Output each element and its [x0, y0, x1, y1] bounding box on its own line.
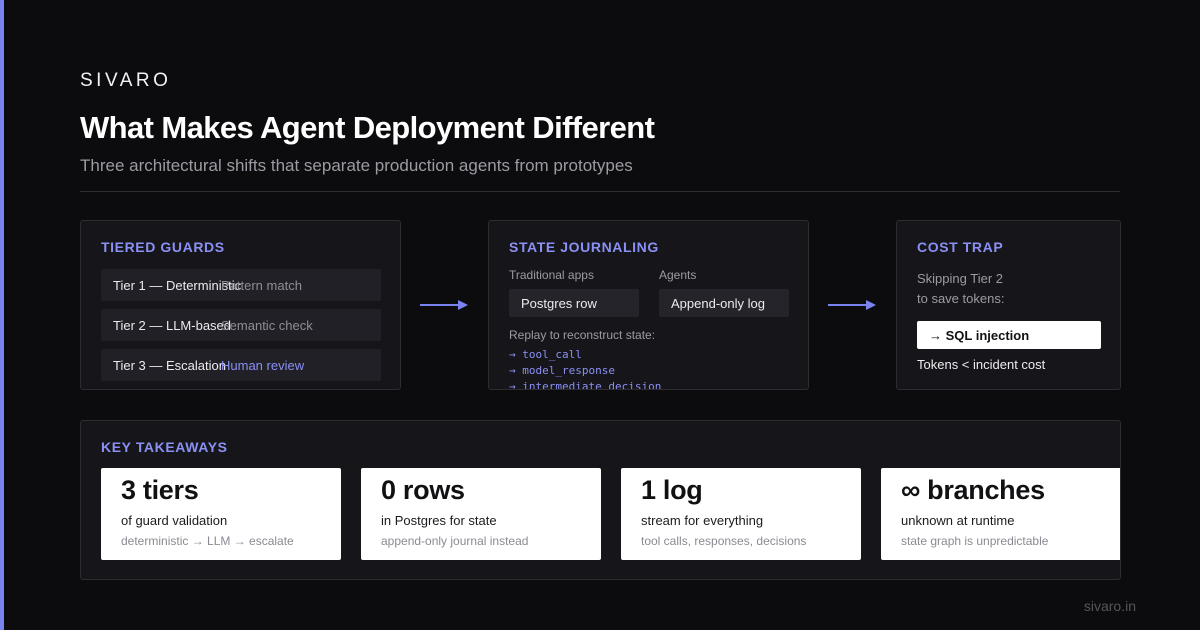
- cost-note: Tokens < incident cost: [917, 357, 1046, 372]
- state-journaling-title: STATE JOURNALING: [509, 239, 659, 255]
- log-entry: → model_response: [509, 364, 615, 377]
- tier-row-1: Tier 1 — Deterministic Pattern match: [101, 269, 381, 301]
- log-entry: → intermediate_decision: [509, 380, 662, 390]
- stat-sub: append-only journal instead: [381, 534, 529, 548]
- stat-sub: state graph is unpredictable: [901, 534, 1049, 548]
- stat-label: of guard validation: [121, 513, 228, 528]
- footer-url[interactable]: sivaro.in: [1084, 598, 1136, 614]
- state-journaling-card: STATE JOURNALING Traditional apps Agents…: [488, 220, 809, 390]
- stat-card: 0 rows in Postgres for state append-only…: [361, 468, 601, 560]
- cost-trap-card: COST TRAP Skipping Tier 2 to save tokens…: [896, 220, 1121, 390]
- tier-row-3: Tier 3 — Escalation Human review: [101, 349, 381, 381]
- cost-line-2: to save tokens:: [917, 291, 1005, 306]
- cost-highlight: → SQL injection: [929, 328, 1030, 343]
- stat-card: 1 log stream for everything tool calls, …: [621, 468, 861, 560]
- tier-desc: Pattern match: [221, 278, 302, 293]
- stat-number: 1 log: [641, 475, 703, 505]
- key-takeaways-title: KEY TAKEAWAYS: [101, 439, 228, 455]
- key-takeaways-card: KEY TAKEAWAYS 3 tiers of guard validatio…: [80, 420, 1121, 580]
- page-title: What Makes Agent Deployment Different: [80, 110, 655, 145]
- stat-label: in Postgres for state: [381, 513, 497, 528]
- stat-card: 3 tiers of guard validation deterministi…: [101, 468, 341, 560]
- tier-row-2: Tier 2 — LLM-based Semantic check: [101, 309, 381, 341]
- accent-bar: [0, 0, 4, 630]
- divider: [80, 191, 1120, 192]
- sql-injection-pill: → SQL injection: [917, 321, 1101, 349]
- cost-trap-title: COST TRAP: [917, 239, 1004, 255]
- tier-desc: Semantic check: [221, 318, 313, 333]
- tier-name: Tier 3 — Escalation: [113, 358, 226, 373]
- agents-value: Append-only log: [671, 296, 765, 311]
- agents-value-pill: Append-only log: [659, 289, 789, 317]
- stat-label: stream for everything: [641, 513, 764, 528]
- flow-arrow-icon: [828, 300, 876, 310]
- stat-card: ∞ branches unknown at runtime state grap…: [881, 468, 1120, 560]
- traditional-label: Traditional apps: [509, 268, 594, 282]
- stat-sub: deterministic → LLM → escalate: [121, 534, 294, 548]
- page-subtitle: Three architectural shifts that separate…: [80, 156, 633, 175]
- agents-label: Agents: [659, 268, 697, 282]
- flow-arrow-icon: [420, 300, 468, 310]
- stat-number: ∞ branches: [901, 475, 1045, 505]
- brand-logo: SIVARO: [80, 70, 172, 91]
- tier-desc: Human review: [221, 358, 305, 373]
- stat-sub: tool calls, responses, decisions: [641, 534, 807, 548]
- traditional-value: Postgres row: [521, 296, 597, 311]
- traditional-value-pill: Postgres row: [509, 289, 639, 317]
- tiered-guards-card: TIERED GUARDS Tier 1 — Deterministic Pat…: [80, 220, 401, 390]
- stat-number: 0 rows: [381, 475, 465, 505]
- replay-label: Replay to reconstruct state:: [509, 328, 656, 342]
- tiered-guards-title: TIERED GUARDS: [101, 239, 225, 255]
- stat-number: 3 tiers: [121, 475, 199, 505]
- cost-line-1: Skipping Tier 2: [917, 271, 1003, 286]
- tier-name: Tier 2 — LLM-based: [113, 318, 232, 333]
- stat-label: unknown at runtime: [901, 513, 1015, 528]
- log-entry: → tool_call: [509, 348, 582, 361]
